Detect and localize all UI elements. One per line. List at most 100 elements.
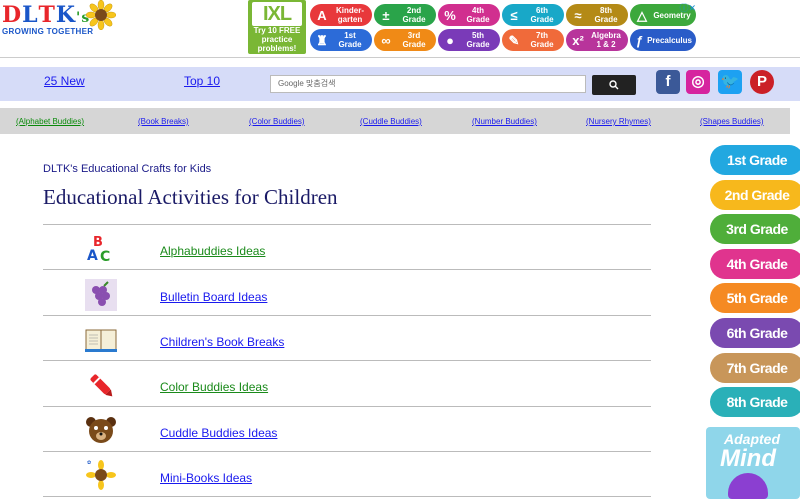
ad-grade-button[interactable]: ≤6th Grade <box>502 4 564 26</box>
side-advertisement[interactable]: 1st Grade 2nd Grade 3rd Grade 4th Grade 5th … <box>706 137 800 499</box>
svg-text:C: C <box>100 249 110 265</box>
row-link[interactable]: Mini-Books Ideas <box>160 471 252 485</box>
ixl-logo: IXL <box>252 2 302 26</box>
grade-button[interactable]: 4th Grade <box>710 248 800 279</box>
ad-button-glyph-icon: ≤ <box>510 7 518 23</box>
logo-letter: T <box>38 2 56 28</box>
site-logo[interactable]: DLTK's Growing Together <box>0 0 130 40</box>
buddies-link[interactable]: (Cuddle Buddies) <box>360 117 422 126</box>
ad-close-icon[interactable]: ⓘ✕ <box>679 1 696 14</box>
grade-button[interactable]: 6th Grade <box>710 318 800 348</box>
ad-grade-button[interactable]: ● 5th Grade <box>438 29 500 51</box>
ad-button-label: Kinder- garten <box>336 6 364 24</box>
ad-button-label: 5th Grade <box>466 31 490 49</box>
instagram-icon[interactable]: ◎ <box>686 70 710 94</box>
header-divider <box>0 57 800 58</box>
breadcrumb[interactable]: DLTK's Educational Crafts for Kids <box>43 163 211 175</box>
adapted-mind-banner[interactable]: Adapted Mind <box>706 427 800 499</box>
ad-button-glyph-icon: △ <box>637 7 647 23</box>
twitter-icon[interactable]: 🐦 <box>718 70 742 94</box>
ad-grade-button[interactable]: ∞ 3rd Grade <box>374 29 436 51</box>
nav-bar: 25 New Top 10 Google 맞춤검색 f ◎ 🐦 P <box>0 67 800 101</box>
ad-button-label: 2nd Grade <box>402 6 426 24</box>
grade-button[interactable]: 2nd Grade <box>710 179 800 210</box>
ad-button-label: 7th Grade <box>530 31 554 49</box>
ad-grade-button[interactable]: ƒ Precalculus <box>630 29 696 51</box>
ad-button-glyph-icon: x² <box>572 32 584 48</box>
top-advertisement[interactable]: IXL Try 10 FREE practice problems! A Kind… <box>248 0 698 54</box>
ad-grade-button[interactable]: ♜ 1st Grade <box>310 29 372 51</box>
ad-button-label: 6th Grade <box>530 6 554 24</box>
mind-text: Mind <box>720 445 776 472</box>
logo-subtitle: Growing Together <box>2 27 94 36</box>
ad-button-label: 4th Grade <box>466 6 490 24</box>
ad-button-glyph-icon: ± <box>382 7 390 23</box>
grade-button[interactable]: 8th Grade <box>710 387 800 418</box>
buddies-link[interactable]: (Nursery Rhymes) <box>586 117 651 126</box>
ad-button-label: 1st Grade <box>338 31 362 49</box>
logo-text: DLTK's <box>2 2 90 28</box>
crayon-icon[interactable] <box>84 368 118 402</box>
ixl-ad-box[interactable]: IXL Try 10 FREE practice problems! <box>248 0 306 54</box>
nav-25-new-link[interactable]: 25 New <box>44 74 85 88</box>
buddies-link[interactable]: (Alphabet Buddies) <box>16 117 84 126</box>
ad-button-label: 8th Grade <box>594 6 618 24</box>
row-divider <box>43 360 651 361</box>
ad-grade-button[interactable]: x² Algebra 1 & 2 <box>566 29 628 51</box>
ad-grade-button[interactable]: % 4th Grade <box>438 4 500 26</box>
ad-button-glyph-icon: ≈ <box>574 7 582 23</box>
pinterest-icon[interactable]: P <box>750 70 774 94</box>
row-divider <box>43 315 651 316</box>
nav-top-10-link[interactable]: Top 10 <box>184 74 220 88</box>
flower-icon[interactable]: ✿ <box>84 458 118 492</box>
book-icon[interactable] <box>84 323 118 357</box>
row-divider <box>43 406 651 407</box>
ad-button-glyph-icon: ♜ <box>316 32 328 48</box>
logo-letter: L <box>22 2 39 28</box>
row-link[interactable]: Children's Book Breaks <box>160 335 284 349</box>
ad-button-glyph-icon: ✎ <box>508 32 520 48</box>
ad-grade-button[interactable]: A Kinder- garten <box>310 4 372 26</box>
ad-button-glyph-icon: ● <box>446 32 454 48</box>
row-divider <box>43 269 651 270</box>
ad-button-glyph-icon: ƒ <box>635 32 644 48</box>
bear-icon[interactable] <box>84 413 118 447</box>
grapes-icon[interactable] <box>84 278 118 312</box>
facebook-icon[interactable]: f <box>656 70 680 94</box>
svg-text:A: A <box>87 248 98 264</box>
ad-button-glyph-icon: A <box>317 7 327 23</box>
ad-button-glyph-icon: % <box>444 7 456 23</box>
abc-icon[interactable]: B A C <box>84 233 118 267</box>
row-divider <box>43 451 651 452</box>
logo-letter: K <box>55 2 77 28</box>
grade-button[interactable]: 1st Grade <box>710 145 800 175</box>
ixl-promo-text: Try 10 FREE practice problems! <box>253 26 301 53</box>
monster-icon <box>728 473 768 499</box>
row-link[interactable]: Color Buddies Ideas <box>160 380 268 394</box>
svg-text:✿: ✿ <box>87 460 91 466</box>
ad-grade-button[interactable]: ±2nd Grade <box>374 4 436 26</box>
grade-button[interactable]: 3rd Grade <box>710 214 800 245</box>
grade-button[interactable]: 5th Grade <box>710 283 800 314</box>
row-link[interactable]: Cuddle Buddies Ideas <box>160 426 277 440</box>
buddies-link[interactable]: (Shapes Buddies) <box>700 117 764 126</box>
row-link[interactable]: Alphabuddies Ideas <box>160 244 265 258</box>
row-divider <box>43 496 651 497</box>
ad-button-label: 3rd Grade <box>402 31 426 49</box>
search-icon <box>609 80 619 90</box>
buddies-link[interactable]: (Number Buddies) <box>472 117 537 126</box>
logo-letter: D <box>2 2 23 28</box>
row-link[interactable]: Bulletin Board Ideas <box>160 290 267 304</box>
grade-button[interactable]: 7th Grade <box>710 352 800 383</box>
search-button[interactable] <box>592 75 636 95</box>
ad-button-label: Precalculus <box>647 35 692 45</box>
buddies-link[interactable]: (Book Breaks) <box>138 117 189 126</box>
page-title: Educational Activities for Children <box>43 185 338 209</box>
ad-grade-button[interactable]: ≈8th Grade <box>566 4 628 26</box>
search-input[interactable]: Google 맞춤검색 <box>270 75 586 93</box>
row-divider <box>43 224 651 225</box>
buddies-bar: (Alphabet Buddies) (Book Breaks) (Color Bu… <box>0 108 790 134</box>
ad-button-label: Algebra 1 & 2 <box>591 31 621 49</box>
ad-grade-button[interactable]: ✎ 7th Grade <box>502 29 564 51</box>
buddies-link[interactable]: (Color Buddies) <box>249 117 305 126</box>
